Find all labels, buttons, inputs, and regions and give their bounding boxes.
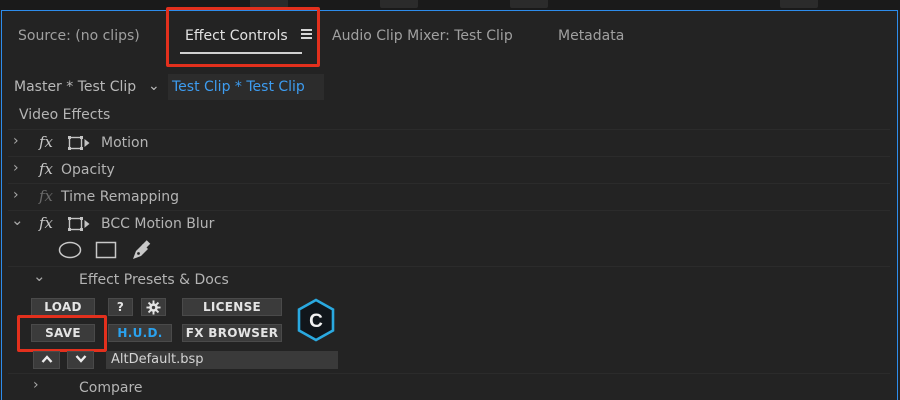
pen-mask-icon[interactable] xyxy=(130,240,152,262)
chevron-right-icon[interactable]: › xyxy=(13,187,19,203)
video-effects-header: Video Effects xyxy=(8,102,890,128)
highlight-box-effect-controls xyxy=(166,7,320,67)
compare-row[interactable]: › Compare xyxy=(8,373,890,399)
rectangle-mask-icon[interactable] xyxy=(95,241,117,259)
chevron-down-icon[interactable]: ⌄ xyxy=(148,78,160,94)
effect-name: Opacity xyxy=(61,162,115,178)
chevron-right-icon[interactable]: › xyxy=(13,133,19,149)
tab-metadata[interactable]: Metadata xyxy=(558,28,624,44)
presets-title: Effect Presets & Docs xyxy=(79,272,229,288)
top-strip-button[interactable] xyxy=(780,0,818,8)
master-clip-label[interactable]: Master * Test Clip xyxy=(14,79,136,95)
settings-button[interactable] xyxy=(141,298,166,316)
ellipse-mask-icon[interactable] xyxy=(58,241,82,259)
chevron-down-icon xyxy=(75,355,86,363)
chevron-down-icon[interactable]: ⌄ xyxy=(33,267,46,285)
effect-row-motion[interactable]: › fx Motion xyxy=(8,129,890,155)
section-title: Video Effects xyxy=(19,107,111,123)
transform-icon[interactable] xyxy=(68,217,90,231)
effect-row-time-remapping[interactable]: › fx Time Remapping xyxy=(8,183,890,209)
transform-icon[interactable] xyxy=(68,136,90,150)
fx-toggle-icon[interactable]: fx xyxy=(39,214,53,232)
preset-next-button[interactable] xyxy=(67,351,94,369)
tab-source[interactable]: Source: (no clips) xyxy=(18,28,140,44)
panel-tab-bar: Source: (no clips) Effect Controls Audio… xyxy=(0,12,900,64)
chevron-up-icon xyxy=(41,355,52,363)
tab-audio-clip-mixer[interactable]: Audio Clip Mixer: Test Clip xyxy=(332,28,513,44)
highlight-box-save xyxy=(17,315,107,352)
compare-label: Compare xyxy=(79,380,143,396)
clip-selector: Master * Test Clip ⌄ Test Clip * Test Cl… xyxy=(8,74,890,100)
preset-file-field[interactable]: AltDefault.bsp xyxy=(106,351,338,369)
chevron-right-icon[interactable]: › xyxy=(13,160,19,176)
gear-icon xyxy=(146,300,161,315)
fx-toggle-icon[interactable]: fx xyxy=(39,160,53,178)
logo-letter: C xyxy=(309,311,323,332)
window-top-strip xyxy=(0,0,900,10)
presets-group-row[interactable]: ⌄ Effect Presets & Docs xyxy=(8,266,890,292)
fx-browser-button[interactable]: FX BROWSER xyxy=(182,324,282,342)
continuum-logo: C xyxy=(297,298,335,342)
chevron-right-icon[interactable]: › xyxy=(33,377,39,393)
top-strip-button[interactable] xyxy=(380,0,418,8)
license-button[interactable]: LICENSE xyxy=(182,298,282,316)
effect-row-bcc-motion-blur[interactable]: ⌄ fx BCC Motion Blur xyxy=(8,210,890,236)
effect-row-opacity[interactable]: › fx Opacity xyxy=(8,156,890,182)
effect-name: BCC Motion Blur xyxy=(101,216,215,232)
top-strip-button[interactable] xyxy=(510,0,548,8)
preset-prev-button[interactable] xyxy=(33,351,60,369)
hud-button[interactable]: H.U.D. xyxy=(108,324,172,342)
effect-name: Time Remapping xyxy=(61,189,180,205)
fx-toggle-icon[interactable]: fx xyxy=(39,133,53,151)
load-button[interactable]: LOAD xyxy=(31,298,95,316)
active-clip-label[interactable]: Test Clip * Test Clip xyxy=(172,79,305,95)
help-button[interactable]: ? xyxy=(108,298,133,316)
fx-toggle-icon: fx xyxy=(39,187,54,205)
chevron-down-icon[interactable]: ⌄ xyxy=(11,211,24,229)
effect-name: Motion xyxy=(101,135,149,151)
